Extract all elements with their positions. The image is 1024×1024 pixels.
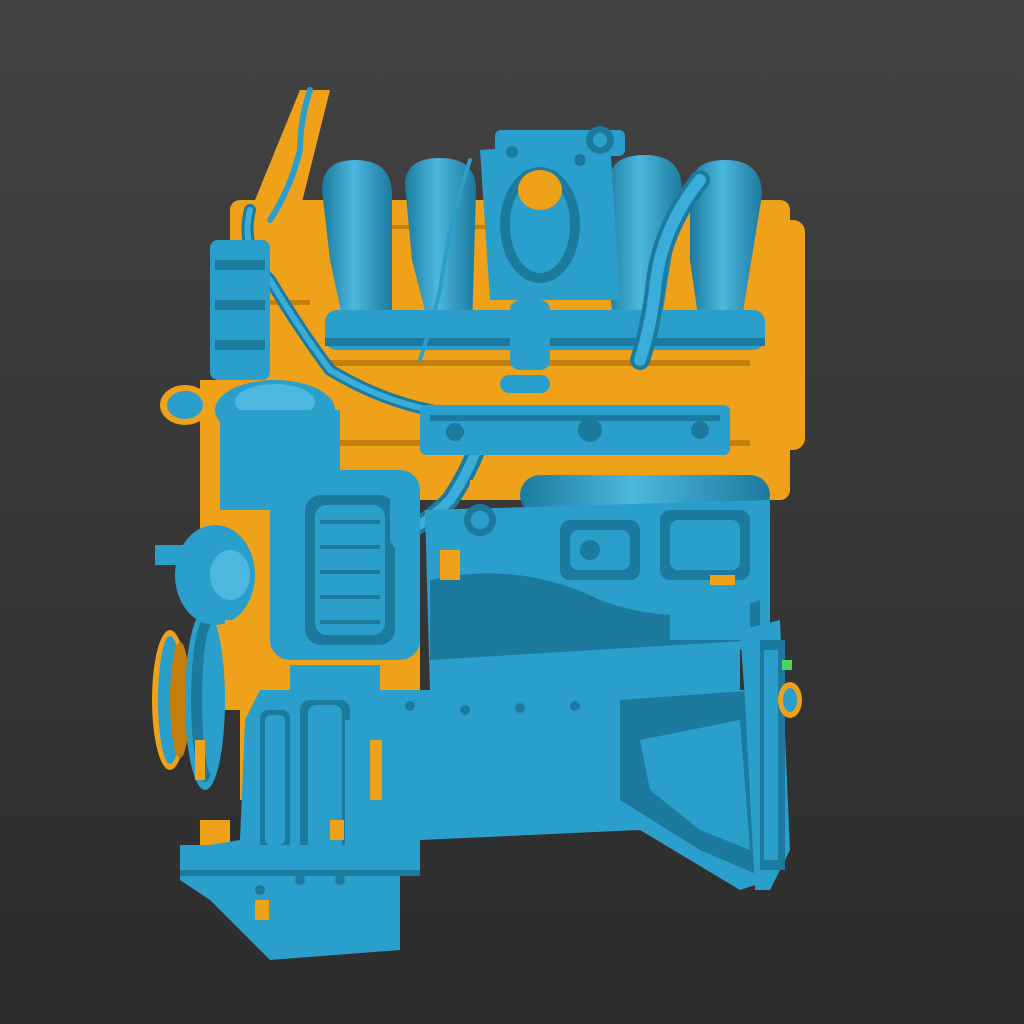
engine-model [152, 87, 805, 960]
engine-scan-render [0, 0, 1024, 1024]
3d-viewport[interactable] [0, 0, 1024, 1024]
engine-block [425, 500, 770, 690]
